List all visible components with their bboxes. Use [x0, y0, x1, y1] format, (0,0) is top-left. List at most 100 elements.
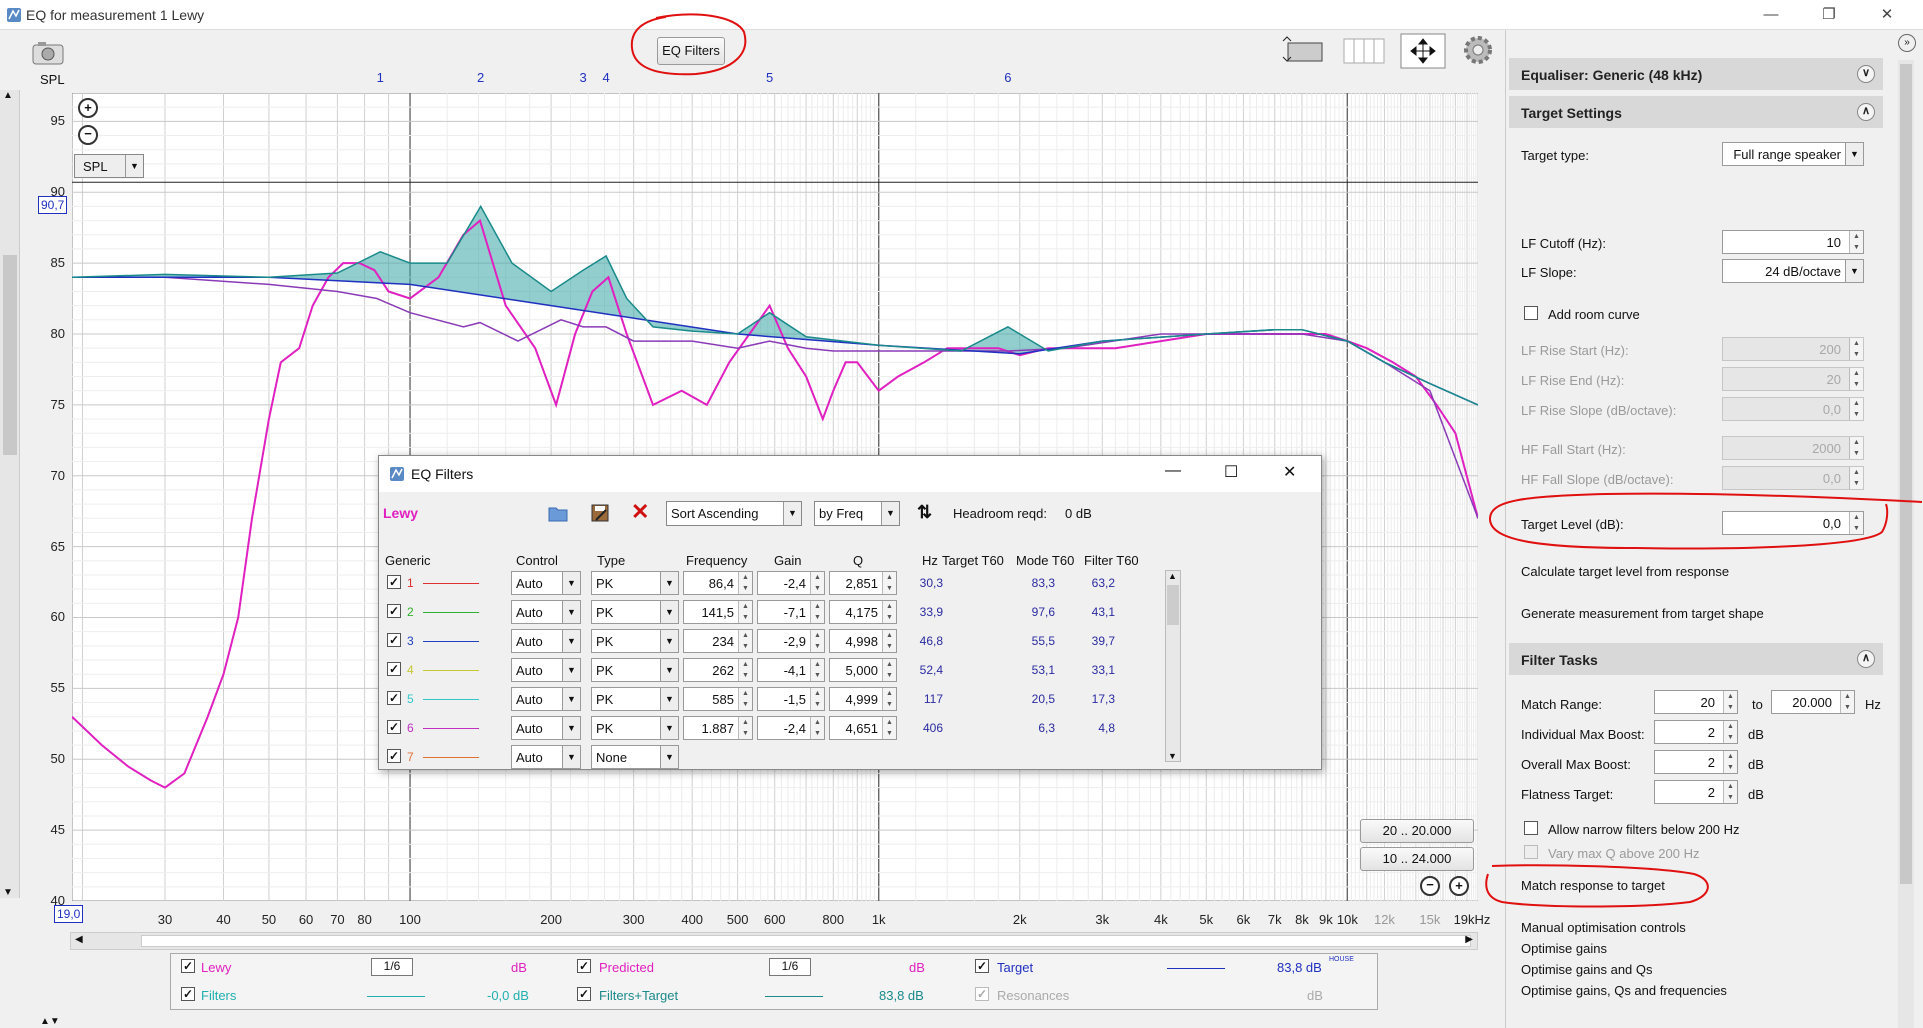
filter-list-scrollbar[interactable]: ▲ ▼: [1165, 570, 1181, 762]
collapse-icon[interactable]: ∧: [1857, 650, 1875, 668]
gain-spinner[interactable]: ▲ ▼: [810, 601, 824, 623]
horizontal-scrollbar[interactable]: ◀ ▶: [70, 932, 1478, 950]
zoom-in-icon[interactable]: +: [78, 98, 98, 118]
filter-enabled-checkbox[interactable]: ✓: [387, 749, 401, 763]
filter-type-select[interactable]: PK ▼: [591, 629, 679, 653]
filters-target-checkbox[interactable]: ✓: [577, 987, 591, 1001]
ov-max-boost-input[interactable]: 2 ▲ ▼: [1654, 750, 1738, 774]
match-to-spinner[interactable]: ▲ ▼: [1840, 691, 1854, 713]
graph-layout-icon[interactable]: [1280, 35, 1324, 67]
filter-gain-input[interactable]: -7,1 ▲ ▼: [757, 600, 825, 624]
lf-cutoff-input[interactable]: 10 ▲ ▼: [1722, 230, 1864, 254]
filter-marker-1[interactable]: 1: [377, 70, 384, 85]
target-settings-header[interactable]: Target Settings ∧: [1509, 96, 1883, 128]
gen-measurement-link[interactable]: Generate measurement from target shape: [1521, 606, 1764, 621]
lf-slope-select[interactable]: 24 dB/octave ▼: [1722, 259, 1864, 283]
filter-q-input[interactable]: 2,851 ▲ ▼: [829, 571, 897, 595]
sort-arrows-icon[interactable]: ⇅: [917, 502, 932, 523]
filter-control-select[interactable]: Auto ▼: [511, 600, 581, 624]
filter-marker-5[interactable]: 5: [766, 70, 773, 85]
minimize-button[interactable]: —: [1748, 0, 1794, 30]
close-button[interactable]: ✕: [1864, 0, 1910, 30]
filter-control-select[interactable]: Auto ▼: [511, 687, 581, 711]
range-button-10-24000[interactable]: 10 .. 24.000: [1360, 847, 1474, 871]
splitter-arrows-icon[interactable]: ▲▼: [40, 1016, 60, 1027]
vary-max-q-checkbox[interactable]: [1524, 845, 1538, 859]
lf-cutoff-spinner[interactable]: ▲ ▼: [1849, 231, 1863, 253]
manual-optimisation-link[interactable]: Manual optimisation controls: [1521, 920, 1686, 935]
allow-narrow-checkbox[interactable]: [1524, 821, 1538, 835]
frequency-spinner[interactable]: ▲ ▼: [738, 630, 752, 652]
gain-spinner[interactable]: ▲ ▼: [810, 717, 824, 739]
filter-enabled-checkbox[interactable]: ✓: [387, 604, 401, 618]
target-checkbox[interactable]: ✓: [975, 959, 989, 973]
filter-marker-3[interactable]: 3: [579, 70, 586, 85]
filter-type-select[interactable]: PK ▼: [591, 600, 679, 624]
ov-boost-spinner[interactable]: ▲ ▼: [1723, 751, 1737, 773]
columns-icon[interactable]: [1340, 35, 1388, 67]
vertical-scrollbar[interactable]: ▲ ▼: [0, 90, 20, 898]
match-from-spinner[interactable]: ▲ ▼: [1723, 691, 1737, 713]
target-type-select[interactable]: Full range speaker ▼: [1722, 142, 1864, 166]
filter-type-select[interactable]: PK ▼: [591, 687, 679, 711]
filters-checkbox[interactable]: ✓: [181, 987, 195, 1001]
filter-q-input[interactable]: 5,000 ▲ ▼: [829, 658, 897, 682]
gain-spinner[interactable]: ▲ ▼: [810, 630, 824, 652]
sort-by-select[interactable]: by Freq ▼: [814, 501, 900, 526]
filter-marker-2[interactable]: 2: [477, 70, 484, 85]
filter-enabled-checkbox[interactable]: ✓: [387, 662, 401, 676]
folder-icon[interactable]: [547, 502, 569, 524]
lf-rise-end-input[interactable]: 20 ▲ ▼: [1722, 367, 1864, 391]
zoom-out-x-icon[interactable]: −: [1420, 876, 1440, 896]
gain-spinner[interactable]: ▲ ▼: [810, 688, 824, 710]
filter-type-select[interactable]: PK ▼: [591, 658, 679, 682]
q-spinner[interactable]: ▲ ▼: [882, 717, 896, 739]
filter-type-select[interactable]: None ▼: [591, 745, 679, 769]
camera-icon[interactable]: [30, 38, 66, 66]
resonances-checkbox[interactable]: ✓: [975, 987, 989, 1001]
flatness-target-input[interactable]: 2 ▲ ▼: [1654, 780, 1738, 804]
collapse-icon[interactable]: ∧: [1857, 103, 1875, 121]
maximize-button[interactable]: ❐: [1806, 0, 1852, 30]
sort-order-select[interactable]: Sort Ascending ▼: [666, 501, 802, 526]
hf-fall-start-input[interactable]: 2000 ▲ ▼: [1722, 436, 1864, 460]
move-icon[interactable]: [1400, 33, 1446, 69]
filter-control-select[interactable]: Auto ▼: [511, 745, 581, 769]
match-range-to-input[interactable]: 20.000 ▲ ▼: [1771, 690, 1855, 714]
filter-marker-4[interactable]: 4: [602, 70, 609, 85]
zoom-in-x-icon[interactable]: +: [1449, 876, 1469, 896]
predicted-smoothing[interactable]: 1/6: [769, 958, 811, 976]
frequency-spinner[interactable]: ▲ ▼: [738, 688, 752, 710]
dialog-minimize-button[interactable]: —: [1165, 462, 1181, 480]
filter-q-input[interactable]: 4,998 ▲ ▼: [829, 629, 897, 653]
filter-enabled-checkbox[interactable]: ✓: [387, 691, 401, 705]
panel-collapse-icon[interactable]: »: [1898, 34, 1916, 52]
save-icon[interactable]: [589, 502, 611, 524]
filter-frequency-input[interactable]: 262 ▲ ▼: [683, 658, 753, 682]
filter-frequency-input[interactable]: 1.887 ▲ ▼: [683, 716, 753, 740]
filter-control-select[interactable]: Auto ▼: [511, 571, 581, 595]
filter-enabled-checkbox[interactable]: ✓: [387, 575, 401, 589]
ind-boost-spinner[interactable]: ▲ ▼: [1723, 721, 1737, 743]
optimise-gains-qs-link[interactable]: Optimise gains and Qs: [1521, 962, 1653, 977]
filter-control-select[interactable]: Auto ▼: [511, 716, 581, 740]
calc-target-level-link[interactable]: Calculate target level from response: [1521, 564, 1729, 579]
hf-fall-slope-spinner[interactable]: ▲ ▼: [1849, 467, 1863, 489]
frequency-spinner[interactable]: ▲ ▼: [738, 717, 752, 739]
match-range-from-input[interactable]: 20 ▲ ▼: [1654, 690, 1738, 714]
filter-control-select[interactable]: Auto ▼: [511, 629, 581, 653]
optimise-gains-link[interactable]: Optimise gains: [1521, 941, 1607, 956]
filter-gain-input[interactable]: -1,5 ▲ ▼: [757, 687, 825, 711]
q-spinner[interactable]: ▲ ▼: [882, 659, 896, 681]
add-room-curve-checkbox[interactable]: [1524, 306, 1538, 320]
gain-spinner[interactable]: ▲ ▼: [810, 659, 824, 681]
filter-type-select[interactable]: PK ▼: [591, 716, 679, 740]
hf-fall-start-spinner[interactable]: ▲ ▼: [1849, 437, 1863, 459]
filter-frequency-input[interactable]: 86,4 ▲ ▼: [683, 571, 753, 595]
dialog-close-button[interactable]: ✕: [1283, 462, 1296, 482]
range-button-20-20000[interactable]: 20 .. 20.000: [1360, 819, 1474, 843]
lf-rise-slope-spinner[interactable]: ▲ ▼: [1849, 398, 1863, 420]
filter-control-select[interactable]: Auto ▼: [511, 658, 581, 682]
spl-select[interactable]: SPL ▼: [74, 154, 144, 178]
filter-type-select[interactable]: PK ▼: [591, 571, 679, 595]
